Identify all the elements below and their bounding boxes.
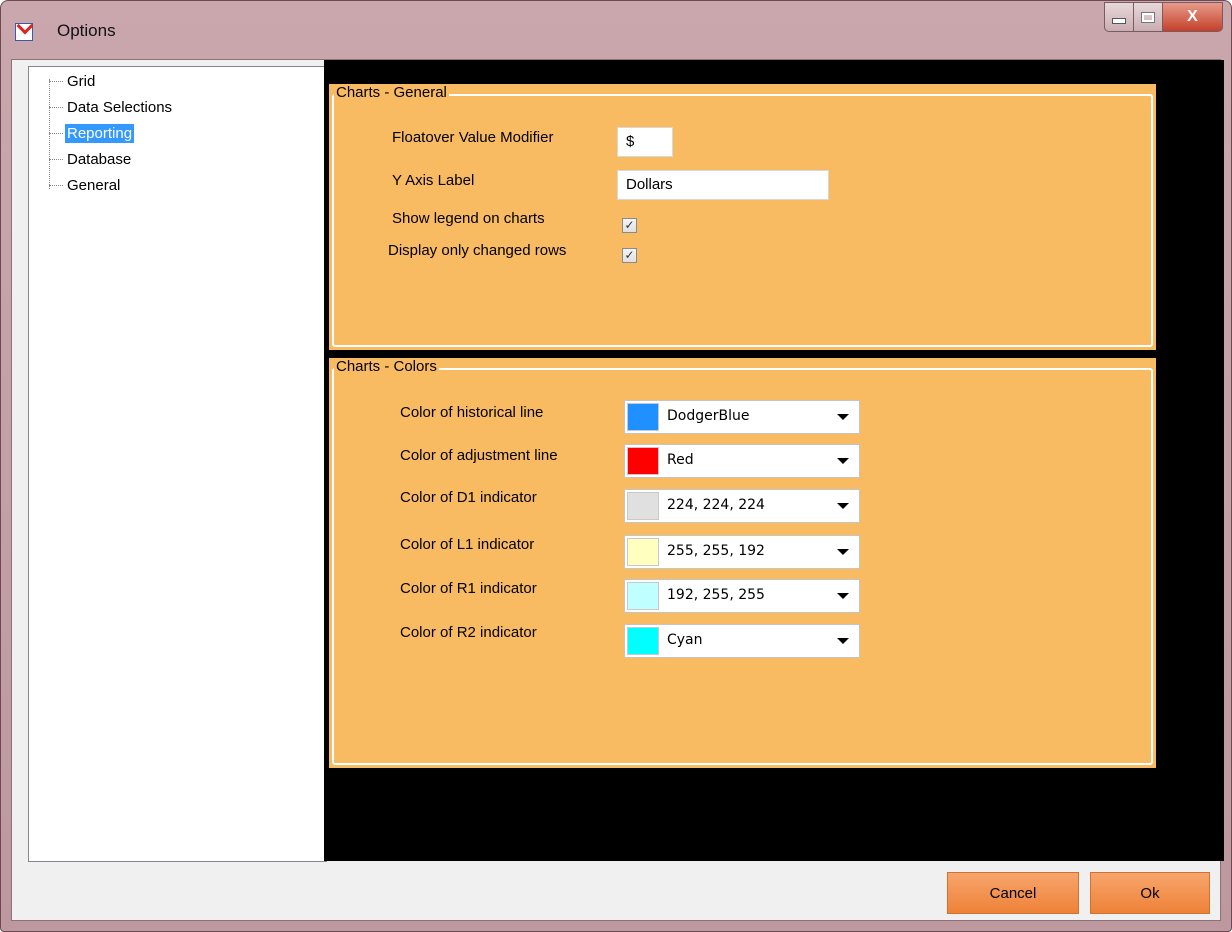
tree-item-label: Database	[67, 150, 132, 168]
tree-item-data-selections[interactable]: Data Selections	[29, 95, 174, 119]
combo-value: 255, 255, 192	[667, 543, 765, 559]
l1-indicator-color-select[interactable]: 255, 255, 192	[624, 535, 860, 569]
dropdown-arrow-icon	[837, 503, 849, 509]
tree-dash	[49, 106, 63, 108]
options-tree[interactable]: Grid Data Selections Reporting Database …	[28, 66, 327, 862]
tree-item-label: General	[67, 176, 121, 194]
maximize-icon	[1141, 11, 1155, 23]
checkmark-icon: ✓	[624, 218, 635, 232]
tree-item-label: Reporting	[65, 123, 135, 143]
tree-item-general[interactable]: General	[29, 173, 122, 197]
tree-dash	[49, 184, 63, 186]
options-window: Options X Grid Data Selections Reporting	[0, 0, 1232, 932]
charts-colors-group: Charts - Colors Color of historical line…	[329, 358, 1156, 768]
color-swatch	[627, 447, 659, 475]
close-button[interactable]: X	[1163, 2, 1223, 32]
minimize-icon	[1112, 18, 1126, 24]
options-app-icon	[15, 23, 33, 41]
dialog-client-area: Grid Data Selections Reporting Database …	[11, 59, 1224, 921]
settings-panel: Charts - General Floatover Value Modifie…	[324, 60, 1224, 861]
r2-indicator-color-select[interactable]: Cyan	[624, 624, 860, 658]
cancel-button[interactable]: Cancel	[947, 872, 1079, 914]
close-icon: X	[1187, 8, 1198, 25]
dropdown-arrow-icon	[837, 638, 849, 644]
dropdown-arrow-icon	[837, 593, 849, 599]
yaxis-input[interactable]: Dollars	[617, 170, 829, 200]
adjustment-line-label: Color of adjustment line	[400, 447, 558, 464]
color-swatch	[627, 403, 659, 431]
tree-item-reporting[interactable]: Reporting	[29, 121, 135, 145]
combo-value: Cyan	[667, 632, 703, 648]
tree-dash	[49, 158, 63, 160]
legend-checkbox[interactable]: ✓	[622, 218, 637, 233]
dropdown-arrow-icon	[837, 549, 849, 555]
historical-line-color-select[interactable]: DodgerBlue	[624, 400, 860, 434]
charts-general-group: Charts - General Floatover Value Modifie…	[329, 84, 1156, 350]
color-swatch	[627, 582, 659, 610]
adjustment-line-color-select[interactable]: Red	[624, 444, 860, 478]
title-bar[interactable]: Options X	[1, 1, 1231, 59]
combo-value: 224, 224, 224	[667, 497, 765, 513]
d1-indicator-color-select[interactable]: 224, 224, 224	[624, 489, 860, 523]
tree-dash	[49, 80, 63, 82]
floatover-input[interactable]: $	[617, 127, 673, 157]
changed-rows-checkbox[interactable]: ✓	[622, 248, 637, 263]
combo-value: DodgerBlue	[667, 408, 750, 424]
tree-dash	[49, 132, 63, 134]
tree-item-grid[interactable]: Grid	[29, 69, 97, 93]
ok-button[interactable]: Ok	[1090, 872, 1210, 914]
r1-indicator-color-select[interactable]: 192, 255, 255	[624, 579, 860, 613]
caption-buttons: X	[1104, 2, 1223, 32]
checkmark-icon: ✓	[624, 248, 635, 262]
group-title: Charts - General	[334, 84, 449, 101]
combo-value: 192, 255, 255	[667, 587, 765, 603]
changed-rows-label: Display only changed rows	[388, 242, 567, 259]
tree-item-label: Data Selections	[67, 98, 173, 116]
legend-label: Show legend on charts	[392, 210, 545, 227]
yaxis-label: Y Axis Label	[392, 172, 475, 189]
floatover-label: Floatover Value Modifier	[392, 129, 554, 146]
group-title: Charts - Colors	[334, 358, 439, 375]
dropdown-arrow-icon	[837, 414, 849, 420]
combo-value: Red	[667, 452, 694, 468]
tree-item-label: Grid	[67, 72, 96, 90]
maximize-button[interactable]	[1134, 2, 1163, 32]
dropdown-arrow-icon	[837, 458, 849, 464]
r2-indicator-label: Color of R2 indicator	[400, 624, 537, 641]
window-title: Options	[57, 21, 116, 40]
r1-indicator-label: Color of R1 indicator	[400, 580, 537, 597]
minimize-button[interactable]	[1104, 2, 1134, 32]
tree-item-database[interactable]: Database	[29, 147, 133, 171]
color-swatch	[627, 538, 659, 566]
color-swatch	[627, 627, 659, 655]
historical-line-label: Color of historical line	[400, 404, 544, 421]
d1-indicator-label: Color of D1 indicator	[400, 489, 537, 506]
l1-indicator-label: Color of L1 indicator	[400, 536, 535, 553]
color-swatch	[627, 492, 659, 520]
